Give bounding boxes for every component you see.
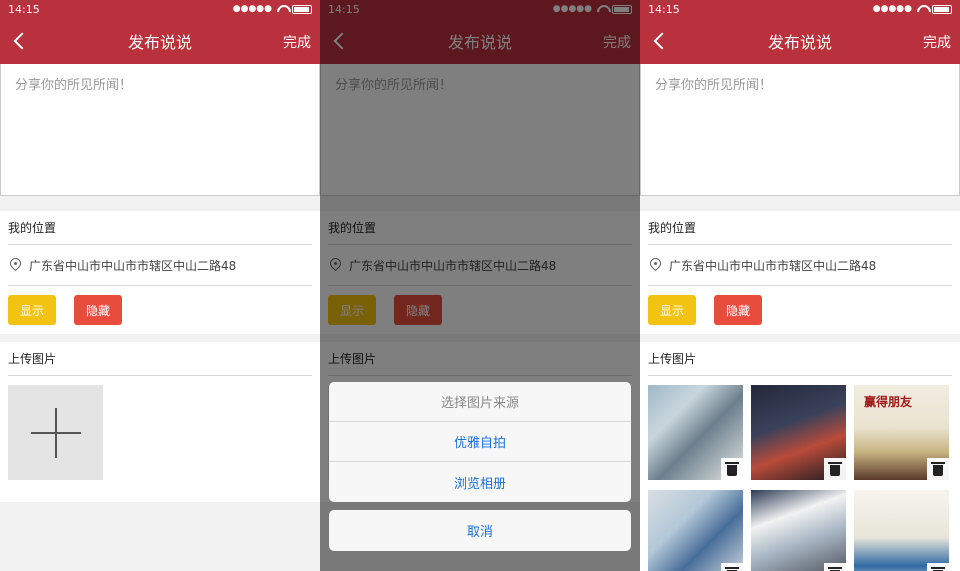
- battery-icon: [932, 4, 952, 14]
- nav-bar: 发布说说 完成: [640, 18, 960, 64]
- upload-section: 上传图片 赢得朋友: [640, 342, 960, 571]
- status-time: 14:15: [8, 2, 40, 16]
- upload-section-title: 上传图片: [648, 342, 952, 376]
- location-pin-icon: [10, 258, 21, 272]
- show-location-button[interactable]: 显示: [648, 295, 696, 325]
- trash-icon[interactable]: [927, 458, 949, 480]
- wifi-icon: [276, 5, 288, 14]
- location-visibility-buttons: 显示 隐藏: [648, 286, 952, 334]
- photo-thumbnail[interactable]: [648, 490, 743, 571]
- cancel-button[interactable]: 取消: [329, 510, 631, 551]
- location-address: 广东省中山市中山市市辖区中山二路48: [29, 258, 237, 273]
- screen-2-action-sheet: 14:15 ●●●●● 发布说说 完成 分享你的所见所闻！ 我的位置 广东省中山…: [320, 0, 640, 571]
- photo-thumbnail[interactable]: 赢得朋友: [854, 385, 949, 480]
- hide-location-button[interactable]: 隐藏: [714, 295, 762, 325]
- post-textarea[interactable]: 分享你的所见所闻！: [640, 64, 960, 196]
- location-section: 我的位置 广东省中山市中山市市辖区中山二路48 显示 隐藏: [640, 211, 960, 334]
- location-row: 广东省中山市中山市市辖区中山二路48: [648, 245, 952, 286]
- three-screen-layout: 14:15 ●●●●● 发布说说 完成 分享你的所见所闻！ 我的位置 广东省中山…: [0, 0, 960, 571]
- trash-icon[interactable]: [721, 458, 743, 480]
- show-location-button[interactable]: 显示: [8, 295, 56, 325]
- screen-1-empty: 14:15 ●●●●● 发布说说 完成 分享你的所见所闻！ 我的位置 广东省中山…: [0, 0, 320, 571]
- upload-section: 上传图片: [0, 342, 320, 502]
- add-photo-icon[interactable]: [8, 385, 103, 480]
- browse-album-option[interactable]: 浏览相册: [329, 462, 631, 502]
- trash-icon[interactable]: [824, 563, 846, 571]
- nav-bar: 发布说说 完成: [0, 18, 320, 64]
- trash-icon[interactable]: [824, 458, 846, 480]
- status-time: 14:15: [648, 2, 680, 16]
- photo-thumbnail[interactable]: [751, 490, 846, 571]
- location-row: 广东省中山市中山市市辖区中山二路48: [8, 245, 312, 286]
- battery-icon: [292, 4, 312, 14]
- upload-section-title: 上传图片: [8, 342, 312, 376]
- location-section-title: 我的位置: [8, 211, 312, 245]
- photo-grid: 赢得朋友: [648, 385, 952, 571]
- photo-thumbnail[interactable]: [751, 385, 846, 480]
- location-address: 广东省中山市中山市市辖区中山二路48: [669, 258, 877, 273]
- location-pin-icon: [650, 258, 661, 272]
- wifi-icon: [916, 5, 928, 14]
- take-selfie-option[interactable]: 优雅自拍: [329, 422, 631, 462]
- page-title: 发布说说: [127, 33, 192, 52]
- image-source-action-sheet: 选择图片来源 优雅自拍 浏览相册: [329, 382, 631, 502]
- location-visibility-buttons: 显示 隐藏: [8, 286, 312, 334]
- photo-book-title: 赢得朋友: [864, 395, 913, 409]
- trash-icon[interactable]: [721, 563, 743, 571]
- back-arrow-icon[interactable]: [650, 30, 672, 52]
- done-button[interactable]: 完成: [283, 32, 311, 52]
- post-placeholder: 分享你的所见所闻！: [655, 78, 773, 93]
- status-bar: 14:15 ●●●●●: [640, 0, 960, 18]
- hide-location-button[interactable]: 隐藏: [74, 295, 122, 325]
- photo-thumbnail[interactable]: [648, 385, 743, 480]
- back-arrow-icon[interactable]: [10, 30, 32, 52]
- signal-icon: ●●●●●: [872, 4, 912, 14]
- page-title: 发布说说: [767, 33, 832, 52]
- status-bar: 14:15 ●●●●●: [0, 0, 320, 18]
- signal-icon: ●●●●●: [232, 4, 272, 14]
- action-sheet-title: 选择图片来源: [329, 382, 631, 422]
- photo-thumbnail[interactable]: [854, 490, 949, 571]
- post-textarea[interactable]: 分享你的所见所闻！: [0, 64, 320, 196]
- trash-icon[interactable]: [927, 563, 949, 571]
- post-placeholder: 分享你的所见所闻！: [15, 78, 133, 93]
- done-button[interactable]: 完成: [923, 32, 951, 52]
- location-section-title: 我的位置: [648, 211, 952, 245]
- location-section: 我的位置 广东省中山市中山市市辖区中山二路48 显示 隐藏: [0, 211, 320, 334]
- screen-3-with-photos: 14:15 ●●●●● 发布说说 完成 分享你的所见所闻！ 我的位置 广东省中山…: [640, 0, 960, 571]
